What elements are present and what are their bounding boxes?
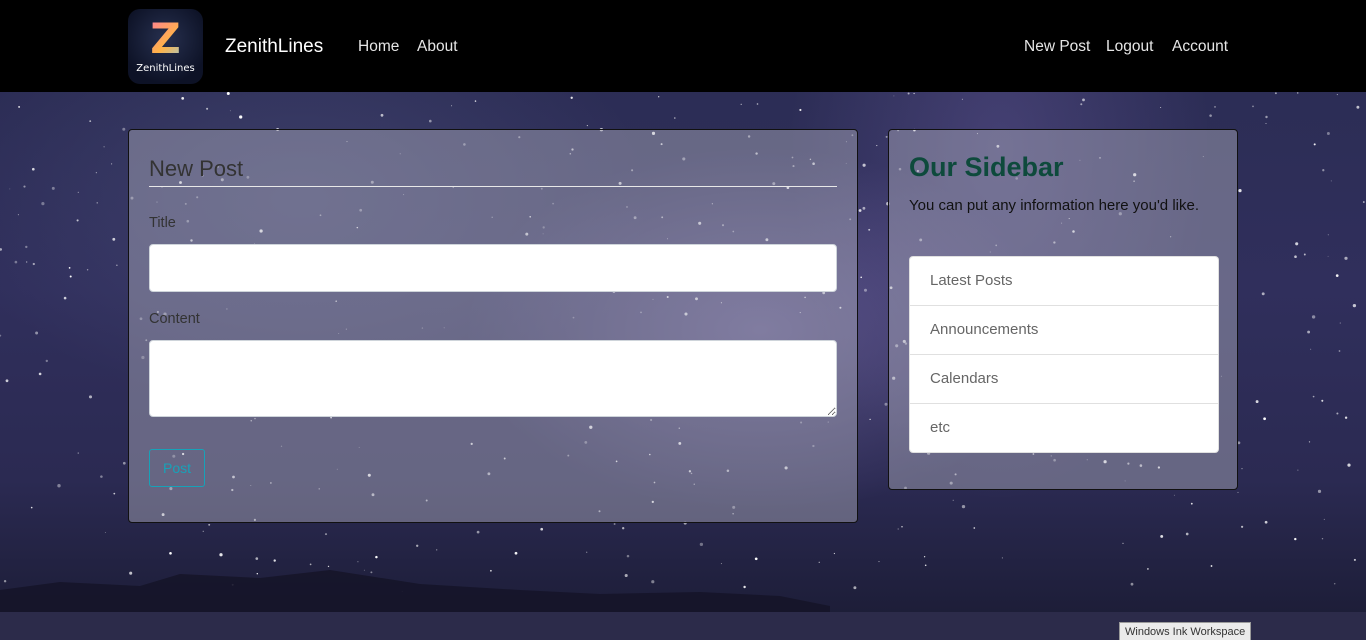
nav-link-home[interactable]: Home bbox=[358, 38, 399, 56]
nav-link-logout[interactable]: Logout bbox=[1106, 38, 1153, 56]
content-label: Content bbox=[149, 311, 200, 327]
logo-letter: Z bbox=[128, 15, 203, 63]
sidebar-item-calendars[interactable]: Calendars bbox=[910, 355, 1218, 404]
nav-link-about[interactable]: About bbox=[417, 38, 458, 56]
sidebar-list: Latest Posts Announcements Calendars etc bbox=[909, 256, 1219, 453]
nav-link-new-post[interactable]: New Post bbox=[1024, 38, 1090, 56]
title-input[interactable] bbox=[149, 244, 837, 292]
brand-name[interactable]: ZenithLines bbox=[225, 36, 323, 58]
windows-ink-tooltip: Windows Ink Workspace bbox=[1119, 622, 1252, 640]
sidebar-item-latest-posts[interactable]: Latest Posts bbox=[910, 257, 1218, 306]
logo[interactable]: Z ZenithLines bbox=[128, 9, 203, 84]
sidebar-card: Our Sidebar You can put any information … bbox=[888, 129, 1238, 490]
sidebar-title: Our Sidebar bbox=[909, 152, 1064, 182]
navbar: Z ZenithLines ZenithLines Home About New… bbox=[0, 0, 1366, 92]
content-textarea[interactable] bbox=[149, 340, 837, 417]
logo-text: ZenithLines bbox=[136, 63, 195, 74]
sidebar-description: You can put any information here you'd l… bbox=[909, 197, 1199, 214]
sidebar-item-etc[interactable]: etc bbox=[910, 404, 1218, 452]
post-button[interactable]: Post bbox=[149, 449, 205, 487]
new-post-card: New Post Title Content Post bbox=[128, 129, 858, 523]
nav-link-account[interactable]: Account bbox=[1172, 38, 1228, 56]
sidebar-item-announcements[interactable]: Announcements bbox=[910, 306, 1218, 355]
form-legend: New Post bbox=[149, 156, 837, 187]
title-label: Title bbox=[149, 215, 176, 231]
